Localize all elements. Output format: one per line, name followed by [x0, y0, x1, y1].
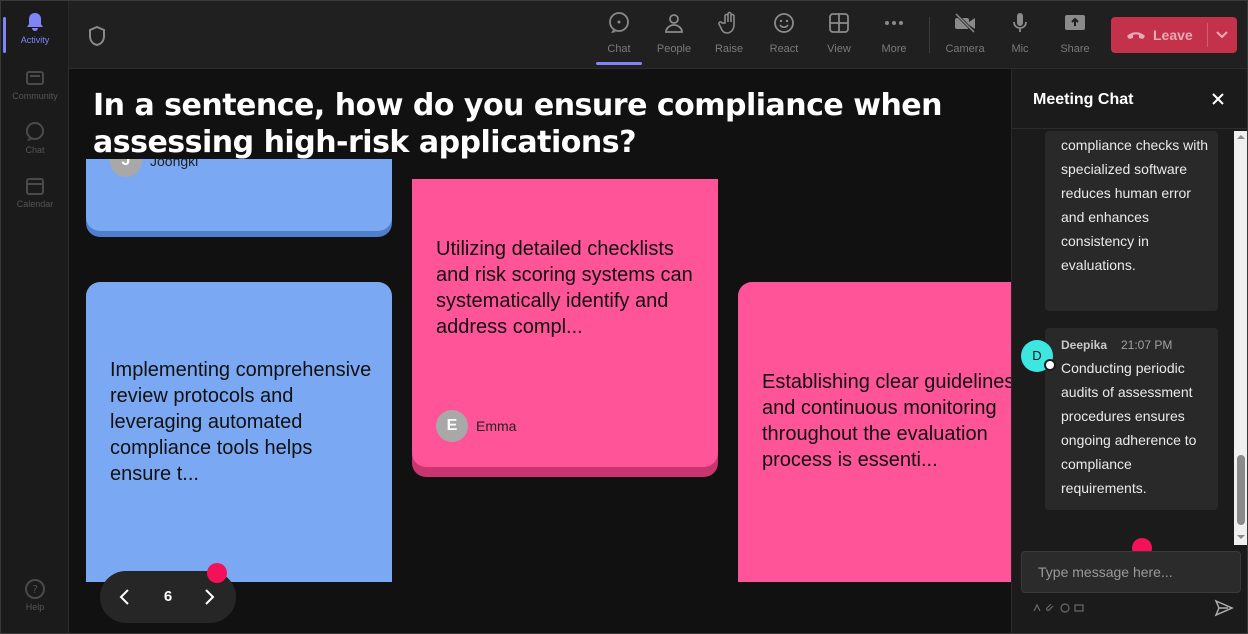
camera-off-icon [954, 12, 976, 34]
gif-icon[interactable] [1074, 603, 1084, 613]
toolbar-label: Camera [945, 43, 985, 55]
message-text: compliance checks with specialized softw… [1061, 137, 1209, 273]
svg-text:?: ? [32, 583, 38, 596]
send-icon[interactable] [1214, 599, 1234, 617]
toolbar-more-button[interactable]: More [869, 11, 919, 63]
rail-item-label: Community [12, 91, 58, 101]
leave-divider [1207, 23, 1208, 47]
card-text: Implementing comprehensive review protoc… [110, 359, 372, 485]
author-name: Emma [476, 418, 517, 434]
avatar: J [110, 159, 142, 177]
view-icon [829, 13, 849, 33]
question-title: In a sentence, how do you ensure complia… [93, 88, 943, 160]
message-time: 21:07 PM [1121, 338, 1173, 352]
chat-scrollbar[interactable] [1234, 131, 1247, 545]
toolbar-divider [929, 17, 930, 53]
toolbar-label: People [656, 43, 692, 55]
scroll-up-icon[interactable] [1237, 133, 1245, 141]
card-text: Utilizing detailed checklists and risk s… [436, 238, 693, 338]
rail-item-label: Help [25, 602, 45, 612]
share-icon [1065, 15, 1085, 30]
toolbar-label: More [881, 43, 907, 55]
message-input-box[interactable] [1021, 551, 1241, 593]
chevron-left-icon[interactable] [116, 588, 134, 606]
chevron-right-icon[interactable] [200, 588, 218, 606]
chat-message: Deepika 21:07 PM Conducting periodic aud… [1045, 328, 1218, 510]
chat-icon [609, 12, 629, 33]
toolbar-people-button[interactable]: People [649, 11, 699, 63]
rail-item-calendar[interactable]: Calendar [1, 175, 69, 225]
rail-item-community[interactable]: Community [1, 67, 69, 117]
presence-indicator [1044, 359, 1056, 371]
response-card[interactable]: Implementing comprehensive review protoc… [86, 282, 392, 582]
toolbar-label: View [827, 43, 851, 55]
chat-bubble-icon [26, 122, 44, 141]
scroll-down-icon[interactable] [1237, 533, 1245, 541]
leave-label: Leave [1153, 27, 1193, 43]
mic-icon [1013, 13, 1027, 32]
response-card[interactable]: J Joongki [86, 159, 392, 231]
notification-dot [207, 563, 227, 583]
more-icon [885, 21, 903, 25]
toolbar-view-button[interactable]: View [814, 11, 864, 63]
help-icon: ? [25, 579, 45, 599]
attach-icon[interactable] [1046, 603, 1056, 613]
avatar: E [436, 410, 468, 442]
toolbar-label: React [769, 43, 799, 55]
rail-item-activity[interactable]: Activity [1, 11, 69, 61]
phone-hangup-icon [1127, 32, 1145, 39]
chat-message: compliance checks with specialized softw… [1045, 131, 1218, 311]
card-author: J Joongki [110, 159, 198, 177]
meeting-toolbar: Chat People Raise React View More Camera [69, 1, 1247, 69]
toolbar-mic-button[interactable]: Mic [995, 11, 1045, 63]
toolbar-share-button[interactable]: Share [1050, 11, 1100, 63]
chevron-down-icon[interactable] [1215, 29, 1229, 41]
bell-icon [27, 13, 43, 31]
rail-item-label: Activity [20, 35, 50, 45]
shield-icon[interactable] [87, 25, 107, 47]
message-author: Deepika [1061, 338, 1108, 352]
response-card[interactable]: Utilizing detailed checklists and risk s… [412, 179, 718, 467]
app-rail: Activity Community Chat Calendar ? Help [1, 1, 69, 633]
toolbar-chat-button[interactable]: Chat [594, 11, 644, 65]
meeting-chat-panel: Meeting Chat compliance checks with spec… [1011, 69, 1247, 633]
teams-meeting-window: Activity Community Chat Calendar ? Help … [0, 0, 1248, 634]
raise-hand-icon [718, 11, 735, 34]
format-icon[interactable] [1032, 603, 1042, 613]
calendar-icon [26, 178, 44, 195]
response-card[interactable]: Establishing clear guidelines and contin… [738, 282, 1011, 582]
close-icon[interactable] [1210, 91, 1226, 107]
toolbar-label: Chat [607, 43, 631, 55]
toolbar-label: Share [1060, 43, 1090, 55]
message-input[interactable] [1022, 552, 1240, 592]
card-text: Establishing clear guidelines and contin… [762, 371, 1011, 471]
community-icon [26, 71, 44, 85]
toolbar-react-button[interactable]: React [759, 11, 809, 63]
rail-item-label: Chat [25, 145, 45, 155]
chat-header: Meeting Chat [1012, 69, 1247, 129]
toolbar-raise-button[interactable]: Raise [704, 11, 754, 63]
message-text: Conducting periodic audits of assessment… [1061, 360, 1197, 496]
leave-button[interactable]: Leave [1111, 17, 1237, 53]
page-number: 6 [163, 588, 173, 605]
toolbar-camera-button[interactable]: Camera [940, 11, 990, 63]
rail-item-help[interactable]: ? Help [1, 578, 69, 628]
people-icon [665, 14, 683, 33]
chat-title: Meeting Chat [1033, 91, 1134, 108]
card-author: E Emma [436, 410, 516, 442]
rail-item-label: Calendar [16, 199, 54, 209]
rail-item-chat[interactable]: Chat [1, 121, 69, 171]
presentation-stage: J Joongki Utilizing detailed checklists … [69, 69, 1011, 633]
react-icon [774, 13, 794, 33]
scroll-thumb[interactable] [1237, 455, 1245, 525]
toolbar-label: Mic [1011, 43, 1029, 55]
emoji-icon[interactable] [1060, 603, 1070, 613]
toolbar-label: Raise [714, 43, 744, 55]
